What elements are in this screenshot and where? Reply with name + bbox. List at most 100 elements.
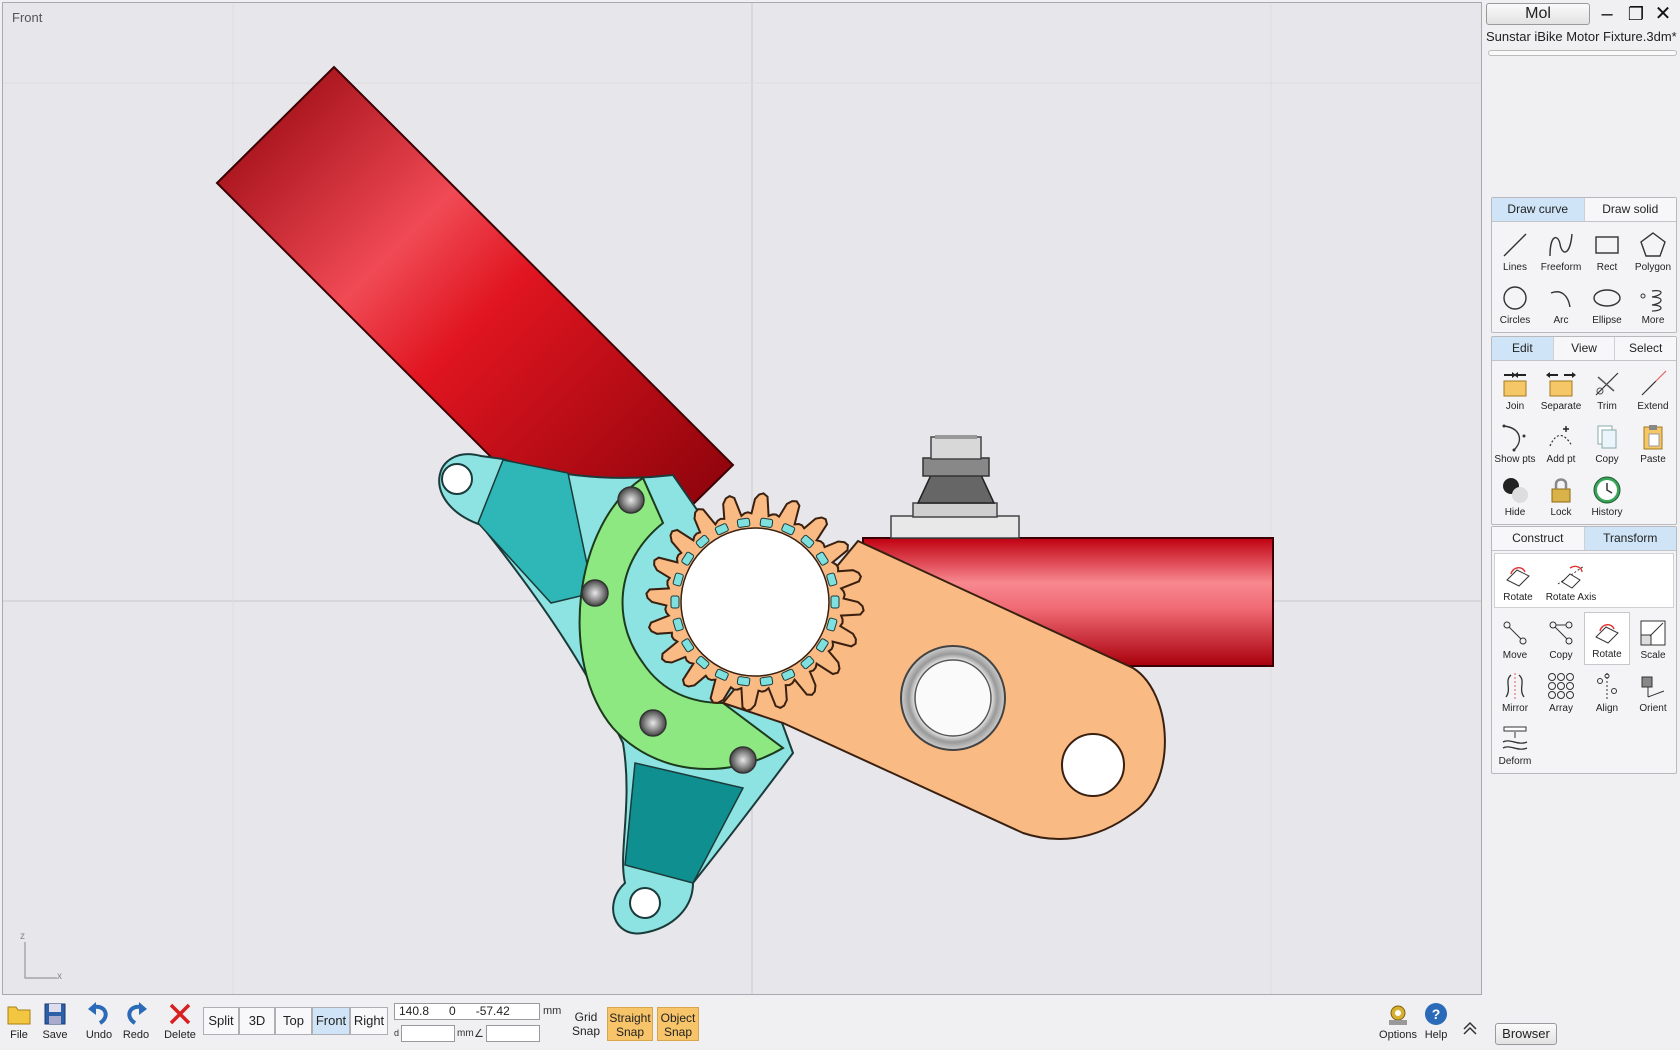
rotate-icon — [1506, 567, 1530, 587]
front-viewport[interactable]: Front z x — [2, 2, 1482, 995]
more-tool[interactable]: More — [1630, 277, 1676, 330]
separate-tool[interactable]: Separate — [1538, 363, 1584, 416]
maximize-icon[interactable]: ❐ — [1624, 2, 1648, 26]
tab-draw-solid[interactable]: Draw solid — [1584, 198, 1676, 221]
object-snap-line-2: Snap — [663, 1025, 693, 1039]
align-tool[interactable]: Align — [1584, 665, 1630, 718]
collapse-chevron-icon[interactable] — [1461, 1019, 1479, 1037]
tab-select[interactable]: Select — [1615, 337, 1677, 360]
hide-icon — [1503, 478, 1528, 503]
view-front-button[interactable]: Front — [312, 1007, 350, 1035]
grid-snap-line-1: Grid — [574, 1010, 598, 1024]
trim-tool[interactable]: Trim — [1584, 363, 1630, 416]
hide-tool[interactable]: Hide — [1492, 469, 1538, 522]
tool-label: Add pt — [1546, 454, 1576, 465]
help-button[interactable]: ? Help — [1417, 1001, 1455, 1047]
deform-tool[interactable]: Deform — [1492, 718, 1538, 771]
angle-input[interactable] — [486, 1025, 540, 1042]
copy-transform-tool[interactable]: Copy — [1538, 612, 1584, 665]
copy-tool[interactable]: Copy — [1584, 416, 1630, 469]
browser-button[interactable]: Browser — [1495, 1023, 1557, 1045]
rotate-axis-icon — [1557, 565, 1585, 589]
join-icon — [1503, 372, 1527, 397]
tool-label: Scale — [1640, 650, 1666, 661]
view-right-button[interactable]: Right — [350, 1007, 388, 1035]
move-tool[interactable]: Move — [1492, 612, 1538, 665]
save-button[interactable]: Save — [36, 1001, 74, 1047]
orient-icon — [1641, 676, 1665, 698]
polygon-icon — [1640, 232, 1666, 257]
distance-input[interactable] — [401, 1025, 455, 1042]
helix-icon — [1640, 290, 1662, 312]
circles-tool[interactable]: Circles — [1492, 277, 1538, 330]
tool-label: Show pts — [1494, 454, 1536, 465]
view-split-button[interactable]: Split — [203, 1007, 239, 1035]
help-icon: ? — [1425, 1003, 1447, 1025]
coord-unit-label: mm — [543, 1005, 562, 1017]
mol-button[interactable]: Mol — [1486, 3, 1590, 25]
tool-label: Separate — [1540, 401, 1582, 412]
rectangle-icon — [1595, 236, 1619, 254]
delete-label: Delete — [164, 1029, 196, 1041]
lock-tool[interactable]: Lock — [1538, 469, 1584, 522]
tool-label: Lines — [1503, 262, 1527, 273]
file-button[interactable]: File — [0, 1001, 38, 1047]
grid-snap-line-2: Snap — [571, 1024, 601, 1038]
save-icon — [44, 1003, 66, 1025]
view-top-button[interactable]: Top — [275, 1007, 312, 1035]
align-icon — [1597, 673, 1617, 699]
tab-draw-curve[interactable]: Draw curve — [1492, 198, 1585, 221]
rotate-axis-subtool[interactable]: Rotate Axis — [1541, 554, 1601, 607]
coordinates-input[interactable]: 140.8 0 -57.42 — [394, 1003, 540, 1020]
mirror-tool[interactable]: Mirror — [1492, 665, 1538, 718]
folder-icon — [7, 1006, 31, 1025]
delete-button[interactable]: Delete — [161, 1001, 199, 1047]
file-label: File — [10, 1029, 28, 1041]
save-label: Save — [42, 1029, 68, 1041]
object-snap-button[interactable]: Object Snap — [657, 1007, 699, 1041]
sprocket-bore — [680, 527, 830, 677]
add-point-icon — [1549, 426, 1573, 447]
paste-tool[interactable]: Paste — [1630, 416, 1676, 469]
view-3d-button[interactable]: 3D — [239, 1007, 275, 1035]
grid-snap-button[interactable]: Grid Snap — [568, 1007, 604, 1041]
rotate-tool[interactable]: Rotate — [1584, 612, 1630, 665]
tab-view[interactable]: View — [1553, 337, 1616, 360]
orient-tool[interactable]: Orient — [1630, 665, 1676, 718]
join-tool[interactable]: Join — [1492, 363, 1538, 416]
redo-button[interactable]: Redo — [117, 1001, 155, 1047]
extend-tool[interactable]: Extend — [1630, 363, 1676, 416]
rotate-subtool[interactable]: Rotate — [1495, 554, 1541, 607]
straight-snap-button[interactable]: Straight Snap — [607, 1007, 653, 1041]
edit-group: Edit View Select Join Separate Trim Exte… — [1491, 336, 1677, 525]
extend-icon — [1641, 370, 1667, 396]
scale-tool[interactable]: Scale — [1630, 612, 1676, 665]
tool-label: Polygon — [1634, 262, 1672, 273]
polygon-tool[interactable]: Polygon — [1630, 224, 1676, 277]
minimize-icon[interactable]: – — [1595, 2, 1619, 26]
array-tool[interactable]: Array — [1538, 665, 1584, 718]
straight-snap-line-1: Straight — [609, 1011, 651, 1025]
rect-tool[interactable]: Rect — [1584, 224, 1630, 277]
tab-transform[interactable]: Transform — [1584, 527, 1676, 550]
undo-button[interactable]: Undo — [80, 1001, 118, 1047]
tool-label: Rotate — [1503, 592, 1533, 603]
tool-label: Trim — [1597, 401, 1617, 412]
options-button[interactable]: Options — [1379, 1001, 1417, 1047]
redo-label: Redo — [122, 1029, 150, 1041]
close-icon[interactable]: ✕ — [1651, 2, 1675, 26]
line-icon — [1503, 233, 1527, 257]
ellipse-tool[interactable]: Ellipse — [1584, 277, 1630, 330]
hex-nut-bolt[interactable] — [890, 435, 1020, 539]
lines-tool[interactable]: Lines — [1492, 224, 1538, 277]
tab-edit[interactable]: Edit — [1492, 337, 1554, 360]
tab-construct[interactable]: Construct — [1492, 527, 1585, 550]
spline-tooth — [759, 676, 774, 687]
spline-tooth — [736, 517, 751, 528]
history-tool[interactable]: History — [1584, 469, 1630, 522]
add-pt-tool[interactable]: Add pt — [1538, 416, 1584, 469]
tool-label: Orient — [1639, 703, 1667, 714]
show-pts-tool[interactable]: Show pts — [1492, 416, 1538, 469]
freeform-tool[interactable]: Freeform — [1538, 224, 1584, 277]
arc-tool[interactable]: Arc — [1538, 277, 1584, 330]
